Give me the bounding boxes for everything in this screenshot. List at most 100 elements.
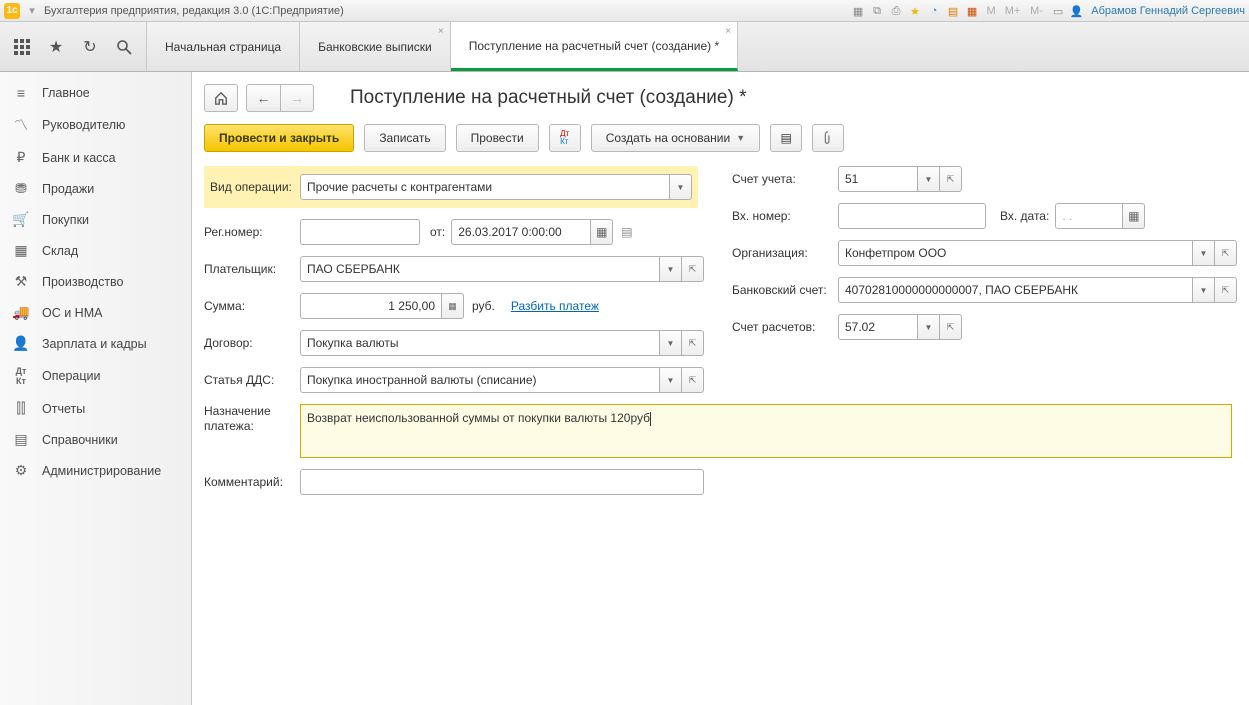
dropdown-handle[interactable]: ▼ — [918, 166, 940, 192]
window-icon[interactable]: ▭ — [1051, 4, 1066, 19]
org-input[interactable]: Конфетпром ООО — [838, 240, 1193, 266]
calendar-handle[interactable]: ▦ — [1123, 203, 1145, 229]
sidebar-item-catalogs[interactable]: ▤Справочники — [0, 424, 191, 455]
m-button[interactable]: М — [984, 4, 999, 19]
sidebar-item-purchases[interactable]: 🛒Покупки — [0, 204, 191, 235]
attach-button[interactable] — [812, 124, 844, 152]
in-date-group: . . ▦ — [1055, 203, 1145, 229]
calendar-icon[interactable]: ▦ — [965, 4, 980, 19]
open-handle[interactable]: ⇱ — [682, 330, 704, 356]
payer-input[interactable]: ПАО СБЕРБАНК — [300, 256, 660, 282]
tb-icon-2[interactable]: ⧉ — [870, 4, 885, 19]
search-icon[interactable] — [112, 35, 136, 59]
sidebar-item-manager[interactable]: 〽Руководителю — [0, 108, 191, 142]
post-and-close-button[interactable]: Провести и закрыть — [204, 124, 354, 152]
tab-home[interactable]: Начальная страница — [147, 22, 300, 71]
sidebar-item-label: Склад — [42, 244, 78, 258]
main: ≡Главное 〽Руководителю ₽Банк и касса ⛃Пр… — [0, 72, 1249, 705]
acct-label: Счет учета: — [732, 172, 838, 186]
purpose-textarea[interactable]: Возврат неиспользованной суммы от покупк… — [300, 404, 1232, 458]
sidebar-item-sales[interactable]: ⛃Продажи — [0, 173, 191, 204]
sidebar-item-warehouse[interactable]: ▦ Склад — [0, 235, 191, 266]
forward-button[interactable]: → — [280, 84, 314, 112]
chevron-down-icon: ▼ — [1200, 286, 1208, 295]
bank-input[interactable]: 40702810000000000007, ПАО СБЕРБАНК — [838, 277, 1193, 303]
doc-button[interactable]: ▤ — [770, 124, 802, 152]
sidebar-item-reports[interactable]: ⫿⫿Отчеты — [0, 393, 191, 424]
back-button[interactable]: ← — [246, 84, 280, 112]
split-payment-link[interactable]: Разбить платеж — [511, 299, 599, 313]
acct-input[interactable]: 51 — [838, 166, 918, 192]
dropdown-handle[interactable]: ▼ — [660, 256, 682, 282]
in-num-input[interactable] — [838, 203, 986, 229]
star-icon[interactable]: ★ — [44, 35, 68, 59]
open-handle[interactable]: ⇱ — [940, 166, 962, 192]
op-input[interactable]: Прочие расчеты с контрагентами — [300, 174, 670, 200]
dtkt-icon: ДтКт — [12, 366, 30, 386]
sidebar-item-label: Администрирование — [42, 464, 161, 478]
contract-row: Договор: Покупка валюты ▼ ⇱ — [204, 330, 704, 356]
comment-input[interactable] — [300, 469, 704, 495]
clock-icon[interactable]: ◔ — [927, 4, 942, 19]
calendar-handle[interactable]: ▦ — [591, 219, 613, 245]
dropdown-handle[interactable]: ▼ — [660, 330, 682, 356]
home-button[interactable] — [204, 84, 238, 112]
tb-icon-1[interactable]: ▦ — [851, 4, 866, 19]
settle-input[interactable]: 57.02 — [838, 314, 918, 340]
close-icon[interactable]: × — [725, 26, 731, 37]
sidebar-item-os[interactable]: 🚚ОС и НМА — [0, 297, 191, 328]
user-name[interactable]: Абрамов Геннадий Сергеевич — [1091, 5, 1245, 17]
sidebar-item-salary[interactable]: 👤Зарплата и кадры — [0, 328, 191, 359]
dropdown-icon[interactable]: ▾ — [24, 3, 40, 19]
close-icon[interactable]: × — [438, 26, 444, 37]
open-handle[interactable]: ⇱ — [1215, 277, 1237, 303]
star-icon[interactable]: ★ — [908, 4, 923, 19]
dropdown-handle[interactable]: ▼ — [660, 367, 682, 393]
sidebar-item-operations[interactable]: ДтКт Операции — [0, 359, 191, 393]
op-value: Прочие расчеты с контрагентами — [307, 180, 492, 194]
sidebar-item-admin[interactable]: ⚙ Администрирование — [0, 455, 191, 486]
open-handle[interactable]: ⇱ — [682, 367, 704, 393]
sidebar-item-main[interactable]: ≡Главное — [0, 78, 191, 108]
sidebar-item-label: Операции — [42, 369, 100, 383]
tb-icon-3[interactable]: ⎙ — [889, 4, 904, 19]
from-input[interactable]: 26.03.2017 0:00:00 — [451, 219, 591, 245]
tab-bank[interactable]: Банковские выписки × — [300, 22, 451, 71]
print-icon[interactable]: ▤ — [621, 225, 632, 239]
create-based-button[interactable]: Создать на основании▼ — [591, 124, 760, 152]
m-plus-button[interactable]: М+ — [1003, 4, 1023, 19]
dropdown-handle[interactable]: ▼ — [1193, 240, 1215, 266]
open-handle[interactable]: ⇱ — [682, 256, 704, 282]
history-icon[interactable]: ↻ — [78, 35, 102, 59]
in-date-input[interactable]: . . — [1055, 203, 1123, 229]
open-handle[interactable]: ⇱ — [940, 314, 962, 340]
calc-handle[interactable]: ▦ — [442, 293, 464, 319]
page-title: Поступление на расчетный счет (создание)… — [350, 87, 747, 109]
bars-icon: ⫿⫿ — [12, 400, 30, 417]
sidebar-item-production[interactable]: ⚒Производство — [0, 266, 191, 297]
save-button[interactable]: Записать — [364, 124, 445, 152]
dds-input[interactable]: Покупка иностранной валюты (списание) — [300, 367, 660, 393]
purpose-row: Назначение платежа: Возврат неиспользова… — [204, 404, 1237, 458]
apps-icon[interactable] — [10, 35, 34, 59]
m-minus-button[interactable]: М- — [1027, 4, 1047, 19]
settle-label: Счет расчетов: — [732, 320, 838, 334]
post-button[interactable]: Провести — [456, 124, 539, 152]
dropdown-handle[interactable]: ▼ — [1193, 277, 1215, 303]
bank-row: Банковский счет: 40702810000000000007, П… — [732, 277, 1237, 303]
calc-icon[interactable]: ▤ — [946, 4, 961, 19]
sidebar-item-bank[interactable]: ₽Банк и касса — [0, 142, 191, 173]
currency-label: руб. — [472, 299, 501, 313]
sum-input[interactable]: 1 250,00 — [300, 293, 442, 319]
grid-icon: ▦ — [12, 242, 30, 259]
reg-input[interactable] — [300, 219, 420, 245]
dtkt-button[interactable]: ДтКт — [549, 124, 581, 152]
contract-input[interactable]: Покупка валюты — [300, 330, 660, 356]
tab-current[interactable]: Поступление на расчетный счет (создание)… — [451, 22, 738, 71]
dropdown-handle[interactable]: ▼ — [670, 174, 692, 200]
sidebar-item-label: Банк и касса — [42, 151, 116, 165]
open-handle[interactable]: ⇱ — [1215, 240, 1237, 266]
gear-icon: ⚙ — [12, 462, 30, 479]
dropdown-handle[interactable]: ▼ — [918, 314, 940, 340]
dds-input-group: Покупка иностранной валюты (списание) ▼ … — [300, 367, 704, 393]
